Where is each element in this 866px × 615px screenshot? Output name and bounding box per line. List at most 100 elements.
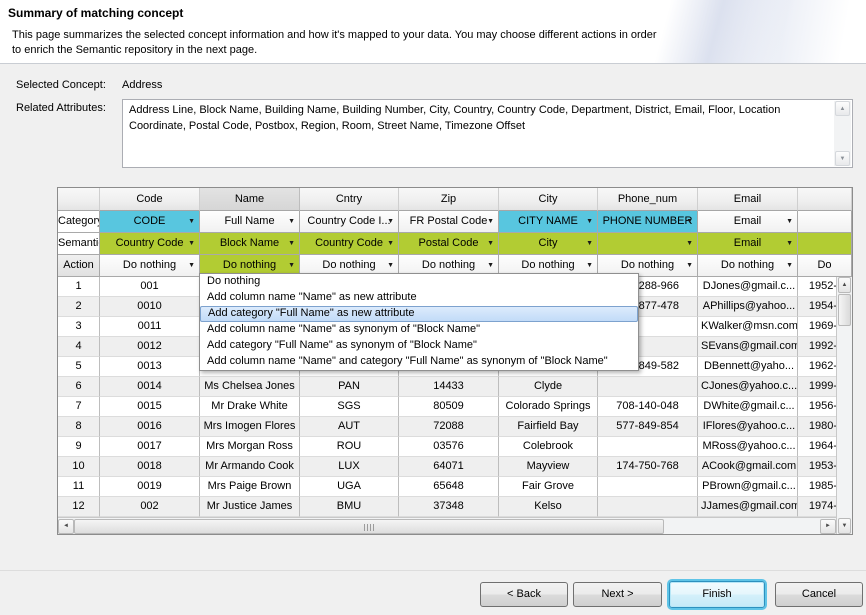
- cell-name: Mrs Imogen Flores: [200, 417, 300, 437]
- menu-item-0[interactable]: Do nothing: [200, 274, 638, 290]
- related-attributes-box[interactable]: Address Line, Block Name, Building Name,…: [122, 99, 853, 168]
- semantics-row-label: Semantics: [58, 233, 100, 255]
- table-row: 80016Mrs Imogen FloresAUT72088Fairfield …: [58, 417, 852, 437]
- cell-phone: 577-849-854: [598, 417, 698, 437]
- vertical-scrollbar-thumb[interactable]: [838, 294, 851, 326]
- cell-email: SEvans@gmail.com: [698, 337, 798, 357]
- combo-value: Do nothing: [621, 259, 674, 271]
- cell-code: 0010: [100, 297, 200, 317]
- semantics-combo-email[interactable]: Email▼: [698, 233, 798, 255]
- cell-code: 0014: [100, 377, 200, 397]
- semantics-combo-zip[interactable]: Postal Code▼: [399, 233, 499, 255]
- cancel-button[interactable]: Cancel: [775, 582, 863, 607]
- row-number: 11: [58, 477, 100, 497]
- cell-zip: 65648: [399, 477, 499, 497]
- chevron-down-icon: ▼: [487, 240, 494, 248]
- combo-value: CITY NAME: [518, 215, 578, 227]
- cell-code: 002: [100, 497, 200, 517]
- category-combo-city[interactable]: CITY NAME▼: [499, 211, 598, 233]
- scroll-down-icon[interactable]: ▼: [838, 518, 851, 534]
- selected-concept-label: Selected Concept:: [16, 79, 106, 91]
- row-number: 9: [58, 437, 100, 457]
- column-header-cntry[interactable]: Cntry: [300, 188, 399, 211]
- horizontal-scrollbar[interactable]: ◄ ►: [58, 517, 836, 534]
- column-header-email[interactable]: Email: [698, 188, 798, 211]
- combo-value: Do nothing: [422, 259, 475, 271]
- action-combo-code[interactable]: Do nothing▼: [100, 255, 200, 277]
- action-combo-email[interactable]: Do nothing▼: [698, 255, 798, 277]
- scroll-up-icon[interactable]: ▲: [838, 277, 851, 293]
- column-header-zip[interactable]: Zip: [399, 188, 499, 211]
- cell-phone: 174-750-768: [598, 457, 698, 477]
- cell-city: Kelso: [499, 497, 598, 517]
- combo-value: Full Name: [224, 215, 274, 227]
- scroll-up-icon[interactable]: ▲: [835, 101, 850, 116]
- cell-phone: [598, 477, 698, 497]
- column-header-name[interactable]: Name: [200, 188, 300, 211]
- row-number: 8: [58, 417, 100, 437]
- semantics-combo-city[interactable]: City▼: [499, 233, 598, 255]
- cell-email: DBennett@yaho...: [698, 357, 798, 377]
- menu-item-5[interactable]: Add column name "Name" and category "Ful…: [200, 354, 638, 370]
- category-combo-phone-num[interactable]: PHONE NUMBER▼: [598, 211, 698, 233]
- back-button[interactable]: < Back: [480, 582, 568, 607]
- cell-city: Fair Grove: [499, 477, 598, 497]
- horizontal-scrollbar-thumb[interactable]: [74, 519, 664, 534]
- column-header-city[interactable]: City: [499, 188, 598, 211]
- cell-code: 0016: [100, 417, 200, 437]
- table-row: 110019Mrs Paige BrownUGA65648Fair GroveP…: [58, 477, 852, 497]
- chevron-down-icon: ▼: [387, 240, 394, 248]
- category-combo-cntry[interactable]: Country Code I...▼: [300, 211, 399, 233]
- menu-item-2[interactable]: Add category "Full Name" as new attribut…: [200, 306, 638, 322]
- corner-header: [58, 188, 100, 211]
- scroll-right-icon[interactable]: ►: [820, 519, 836, 534]
- table-row: 60014Ms Chelsea JonesPAN14433ClydeCJones…: [58, 377, 852, 397]
- combo-value: Do: [817, 259, 831, 271]
- menu-item-3[interactable]: Add column name "Name" as synonym of "Bl…: [200, 322, 638, 338]
- semantics-combo-phone-num[interactable]: ▼: [598, 233, 698, 255]
- scroll-left-icon[interactable]: ◄: [58, 519, 74, 534]
- wizard-banner: Summary of matching concept This page su…: [0, 0, 866, 64]
- chevron-down-icon: ▼: [686, 262, 693, 270]
- category-combo-email[interactable]: Email▼: [698, 211, 798, 233]
- table-row: 90017Mrs Morgan RossROU03576ColebrookMRo…: [58, 437, 852, 457]
- cell-phone: [598, 377, 698, 397]
- cell-email: IFlores@yahoo.c...: [698, 417, 798, 437]
- column-header-code[interactable]: Code: [100, 188, 200, 211]
- finish-button[interactable]: Finish: [669, 581, 765, 608]
- cell-name: Mr Justice James: [200, 497, 300, 517]
- row-number: 2: [58, 297, 100, 317]
- cell-email: KWalker@msn.com: [698, 317, 798, 337]
- related-attributes-scrollbar[interactable]: ▲ ▼: [834, 101, 851, 166]
- column-header-extra[interactable]: [798, 188, 852, 211]
- column-header-phone-num[interactable]: Phone_num: [598, 188, 698, 211]
- semantics-combo-name[interactable]: Block Name▼: [200, 233, 300, 255]
- scroll-down-icon[interactable]: ▼: [835, 151, 850, 166]
- chevron-down-icon: ▼: [288, 240, 295, 248]
- cell-email: APhillips@yahoo...: [698, 297, 798, 317]
- category-combo-zip[interactable]: FR Postal Code▼: [399, 211, 499, 233]
- table-header-row: CodeNameCntryZipCityPhone_numEmail: [58, 188, 852, 211]
- menu-item-1[interactable]: Add column name "Name" as new attribute: [200, 290, 638, 306]
- category-combo-code[interactable]: CODE▼: [100, 211, 200, 233]
- cell-cntry: UGA: [300, 477, 399, 497]
- semantics-combo-cntry[interactable]: Country Code▼: [300, 233, 399, 255]
- table-row: 70015Mr Drake WhiteSGS80509Colorado Spri…: [58, 397, 852, 417]
- chevron-down-icon: ▼: [786, 262, 793, 270]
- cell-name: Mr Drake White: [200, 397, 300, 417]
- chevron-down-icon: ▼: [786, 218, 793, 226]
- cell-zip: 64071: [399, 457, 499, 477]
- cell-zip: 03576: [399, 437, 499, 457]
- cell-email: MRoss@yahoo.c...: [698, 437, 798, 457]
- page-description: This page summarizes the selected concep…: [12, 28, 657, 58]
- chevron-down-icon: ▼: [188, 240, 195, 248]
- vertical-scrollbar[interactable]: ▲ ▼: [836, 277, 852, 534]
- next-button[interactable]: Next >: [573, 582, 662, 607]
- cell-city: Colorado Springs: [499, 397, 598, 417]
- menu-item-4[interactable]: Add category "Full Name" as synonym of "…: [200, 338, 638, 354]
- chevron-down-icon: ▼: [387, 262, 394, 270]
- cell-code: 001: [100, 277, 200, 297]
- wizard-window: Summary of matching concept This page su…: [0, 0, 866, 615]
- semantics-combo-code[interactable]: Country Code▼: [100, 233, 200, 255]
- category-combo-name[interactable]: Full Name▼: [200, 211, 300, 233]
